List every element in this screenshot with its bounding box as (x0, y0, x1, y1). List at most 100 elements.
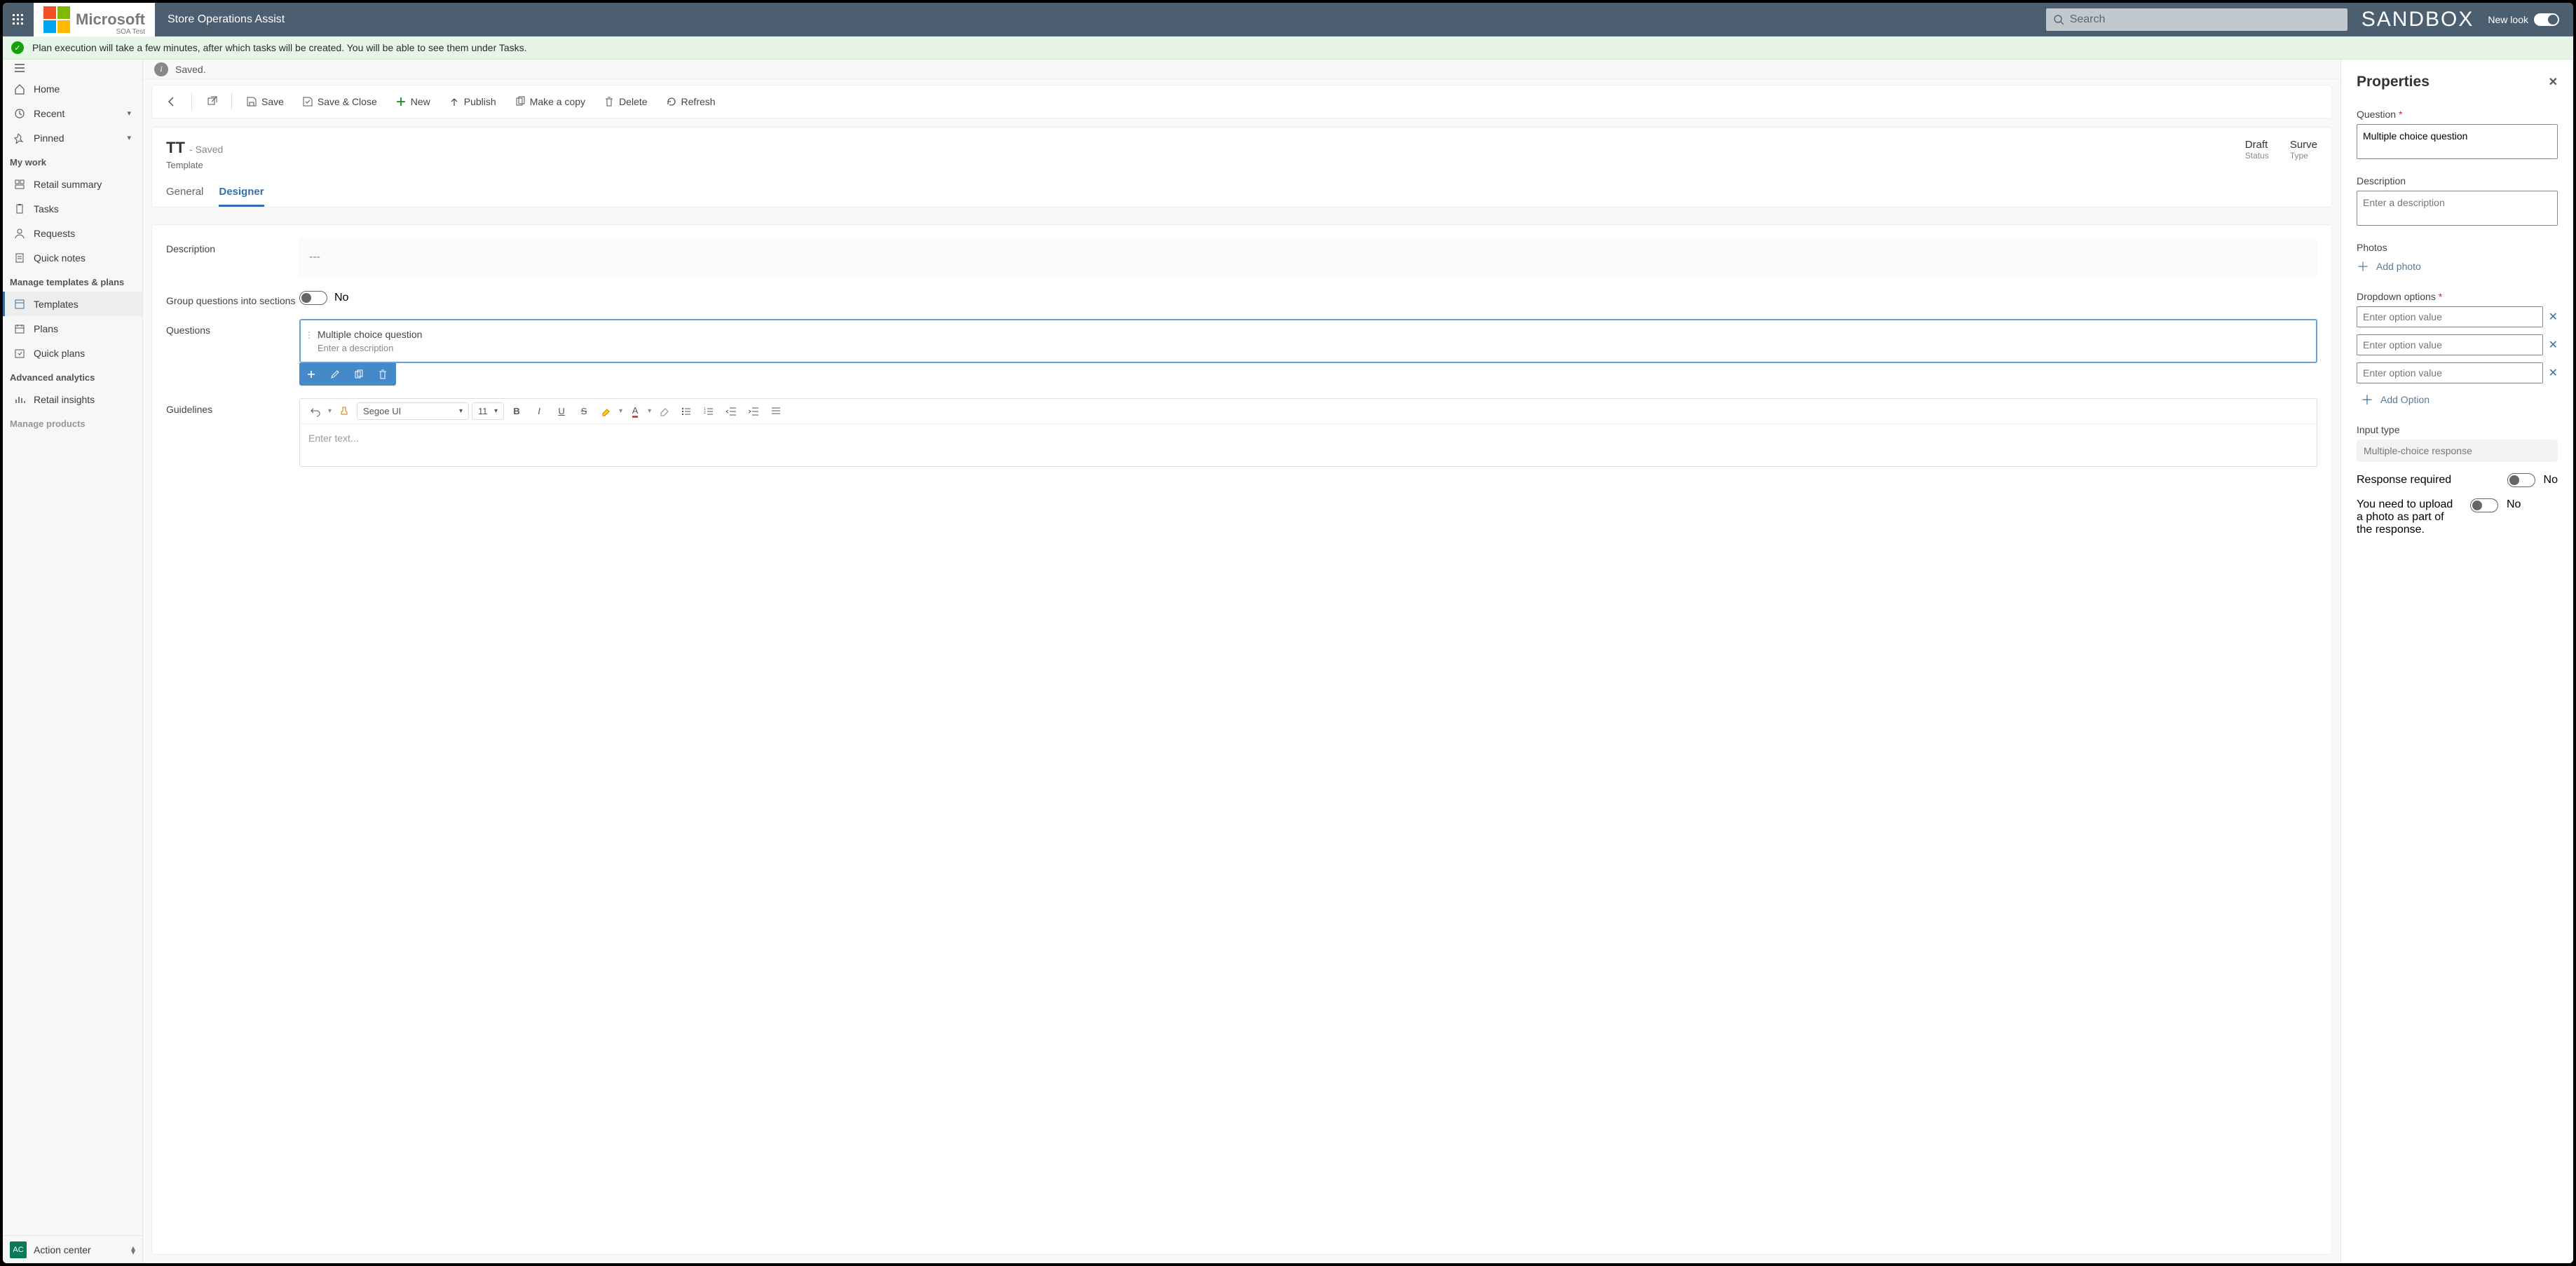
rte-bold[interactable]: B (507, 402, 526, 421)
brush-icon (339, 406, 350, 417)
chevron-down-icon[interactable]: ▾ (619, 407, 622, 415)
sidebar-collapse-button[interactable] (3, 60, 142, 76)
option-input[interactable] (2357, 306, 2543, 327)
global-search[interactable]: Search (2046, 8, 2347, 31)
bullet-list-icon (681, 406, 692, 417)
make-copy-button[interactable]: Make a copy (507, 92, 592, 111)
delete-button[interactable]: Delete (597, 92, 654, 111)
close-properties-button[interactable]: ✕ (2549, 75, 2558, 89)
rte-numbering[interactable]: 12 (699, 402, 718, 421)
rte-highlight[interactable] (597, 402, 616, 421)
plus-icon (395, 96, 407, 107)
remove-option-button[interactable]: ✕ (2549, 366, 2558, 380)
remove-option-button[interactable]: ✕ (2549, 338, 2558, 352)
highlighter-icon (601, 406, 612, 417)
prop-input-type-value: Multiple-choice response (2357, 440, 2558, 462)
save-button[interactable]: Save (239, 92, 291, 111)
field-label-group-sections: Group questions into sections (166, 290, 299, 306)
sidebar-group-products: Manage products (3, 411, 142, 433)
rte-strike[interactable]: S (574, 402, 594, 421)
delete-question-button[interactable] (371, 363, 395, 386)
refresh-button[interactable]: Refresh (659, 92, 723, 111)
undo-icon (310, 406, 321, 417)
chevron-down-icon[interactable]: ▾ (648, 407, 651, 415)
response-required-toggle[interactable] (2507, 473, 2535, 487)
record-entity: Template (166, 160, 223, 170)
sidebar-item-retail-insights[interactable]: Retail insights (3, 387, 142, 411)
open-new-window-button[interactable] (199, 92, 224, 111)
sidebar-item-label: Retail insights (34, 394, 95, 405)
prop-response-required-label: Response required (2357, 474, 2499, 486)
tab-general[interactable]: General (166, 180, 203, 207)
prop-description-input[interactable] (2357, 191, 2558, 226)
chevron-down-icon[interactable]: ▾ (328, 407, 332, 415)
save-close-button[interactable]: Save & Close (295, 92, 384, 111)
publish-button[interactable]: Publish (442, 92, 503, 111)
rte-size-select[interactable]: 11▾ (472, 402, 504, 420)
sidebar-item-label: Quick plans (34, 348, 85, 359)
quick-plan-icon (14, 348, 25, 359)
chevron-updown-icon: ▴▾ (131, 1246, 135, 1254)
copy-question-button[interactable] (347, 363, 371, 386)
rte-align[interactable] (766, 402, 786, 421)
drag-handle-icon[interactable]: ⋮⋮ (305, 330, 323, 340)
back-button[interactable] (159, 92, 184, 111)
app-launcher-icon[interactable] (3, 3, 34, 36)
rte-indent[interactable] (744, 402, 763, 421)
cmd-label: Make a copy (530, 96, 585, 107)
remove-option-button[interactable]: ✕ (2549, 310, 2558, 324)
rte-outdent[interactable] (721, 402, 741, 421)
environment-badge: SANDBOX (2362, 8, 2474, 32)
sidebar-item-requests[interactable]: Requests (3, 221, 142, 245)
sidebar-item-recent[interactable]: Recent ▾ (3, 101, 142, 125)
tab-designer[interactable]: Designer (219, 180, 264, 207)
sidebar-item-home[interactable]: Home (3, 76, 142, 101)
description-field[interactable]: --- (299, 238, 2317, 277)
rte-font-select[interactable]: Segoe UI▾ (357, 402, 469, 420)
option-input[interactable] (2357, 362, 2543, 383)
add-option-button[interactable]: ＋ Add Option (2361, 390, 2558, 409)
person-icon (14, 228, 25, 239)
rte-clear-format[interactable] (654, 402, 674, 421)
rte-textarea[interactable]: Enter text... (300, 424, 2317, 466)
rte-undo[interactable] (306, 402, 325, 421)
upload-photo-toggle[interactable] (2470, 498, 2498, 512)
number-list-icon: 12 (703, 406, 714, 417)
dropdown-option-row: ✕ (2357, 362, 2558, 383)
add-photo-label: Add photo (2376, 261, 2421, 272)
add-photo-button[interactable]: ＋ Add photo (2357, 257, 2558, 275)
insights-icon (14, 394, 25, 405)
rte-format-painter[interactable] (334, 402, 354, 421)
rte-italic[interactable]: I (529, 402, 549, 421)
site-map-sidebar: Home Recent ▾ Pinned ▾ My work Retail su… (3, 60, 143, 1263)
edit-icon (329, 369, 341, 380)
sidebar-item-retail-summary[interactable]: Retail summary (3, 172, 142, 196)
dropdown-option-row: ✕ (2357, 306, 2558, 327)
option-input[interactable] (2357, 334, 2543, 355)
new-button[interactable]: New (388, 92, 437, 111)
sidebar-item-pinned[interactable]: Pinned ▾ (3, 125, 142, 150)
copy-icon (353, 369, 364, 380)
rte-font-color[interactable]: A (625, 402, 645, 421)
meta-status: DraftStatus (2245, 139, 2269, 161)
area-switcher[interactable]: AC Action center ▴▾ (3, 1235, 142, 1263)
sidebar-item-quick-plans[interactable]: Quick plans (3, 341, 142, 365)
sidebar-item-templates[interactable]: Templates (3, 292, 142, 316)
add-question-button[interactable] (299, 363, 323, 386)
rte-bullets[interactable] (676, 402, 696, 421)
add-option-label: Add Option (2380, 394, 2430, 405)
prop-question-input[interactable] (2357, 124, 2558, 159)
info-icon: i (154, 62, 168, 76)
cmd-label: Save & Close (318, 96, 377, 107)
sidebar-item-quick-notes[interactable]: Quick notes (3, 245, 142, 270)
question-card[interactable]: ⋮⋮ Multiple choice question Enter a desc… (299, 319, 2317, 363)
sidebar-item-plans[interactable]: Plans (3, 316, 142, 341)
edit-question-button[interactable] (323, 363, 347, 386)
rte-underline[interactable]: U (552, 402, 571, 421)
new-look-toggle[interactable] (2534, 13, 2559, 26)
field-label-guidelines: Guidelines (166, 398, 299, 415)
group-sections-toggle[interactable] (299, 291, 327, 305)
sidebar-item-tasks[interactable]: Tasks (3, 196, 142, 221)
brand-logo[interactable]: MicrosoftSOA Test (34, 3, 155, 36)
home-icon (14, 83, 25, 95)
